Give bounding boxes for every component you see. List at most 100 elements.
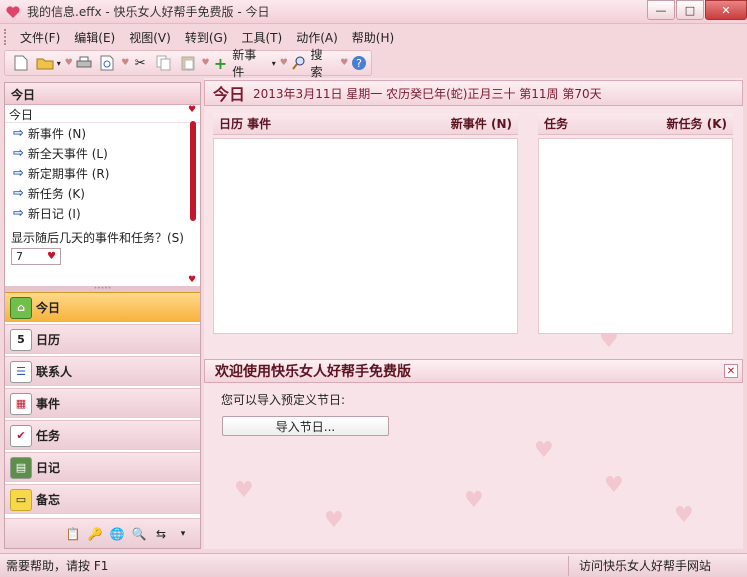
link-new-diary[interactable]: ⇨ 新日记 (I)	[5, 203, 200, 223]
clipboard-icon[interactable]: 📋	[64, 525, 82, 543]
nav-events[interactable]: ▦ 事件	[5, 388, 200, 418]
minimize-button[interactable]: —	[647, 0, 675, 20]
nav-label: 事件	[36, 397, 61, 411]
heart-decoration-icon: ♥	[324, 508, 344, 533]
nav-label: 今日	[36, 301, 61, 315]
nav-calendar[interactable]: 5 日历	[5, 324, 200, 354]
paste-icon[interactable]	[179, 54, 197, 72]
key-icon[interactable]: 🔑	[86, 525, 104, 543]
days-spinner[interactable]: 7 ♥	[11, 248, 61, 265]
toolbar-separator: ♥	[64, 58, 73, 68]
nav-today[interactable]: ⌂ 今日	[5, 292, 200, 322]
menu-file[interactable]: 文件(F)	[13, 27, 67, 48]
menu-bar: 文件(F) 编辑(E) 视图(V) 转到(G) 工具(T) 动作(A) 帮助(H…	[0, 26, 747, 48]
today-title: 今日	[213, 85, 246, 104]
new-event-link[interactable]: 新事件 (N)	[451, 115, 512, 132]
scroll-down-icon[interactable]: ♥	[188, 275, 196, 285]
arrow-right-icon: ⇨	[13, 125, 24, 141]
nav-notes[interactable]: ▭ 备忘	[5, 484, 200, 514]
arrow-right-icon: ⇨	[13, 165, 24, 181]
scrollbar[interactable]: ♥ ♥	[188, 105, 197, 285]
nav-label: 日记	[36, 461, 61, 475]
maximize-button[interactable]: □	[676, 0, 704, 20]
window-title: 我的信息.effx - 快乐女人好帮手免费版 - 今日	[27, 5, 270, 19]
link-label: 新日记 (I)	[27, 206, 81, 221]
new-task-link[interactable]: 新任务 (K)	[667, 115, 727, 132]
help-icon[interactable]: ?	[350, 54, 368, 72]
nav-contacts[interactable]: ☰ 联系人	[5, 356, 200, 386]
open-dropdown-icon[interactable]: ▾	[57, 59, 61, 68]
toolbar-separator: ♥	[340, 58, 349, 68]
arrow-right-icon: ⇨	[13, 145, 24, 161]
today-date: 2013年3月11日 星期一 农历癸巳年(蛇)正月三十 第11周 第70天	[253, 86, 602, 101]
link-new-recurring-event[interactable]: ⇨ 新定期事件 (R)	[5, 163, 200, 183]
calendar-icon: 5	[10, 328, 32, 351]
tasks-icon: ✔	[10, 424, 32, 447]
print-icon[interactable]	[75, 54, 93, 72]
sync-icon[interactable]: ⇆	[152, 525, 170, 543]
status-help-text: 需要帮助，请按 F1	[6, 559, 109, 573]
tasks-header-label: 任务	[544, 117, 569, 131]
toolbar-separator: ♥	[121, 58, 130, 68]
welcome-header: 欢迎使用快乐女人好帮手免费版 ✕	[204, 359, 743, 383]
menu-help[interactable]: 帮助(H)	[345, 27, 401, 48]
link-new-task[interactable]: ⇨ 新任务 (K)	[5, 183, 200, 203]
scroll-thumb[interactable]	[190, 121, 196, 221]
link-label: 新任务 (K)	[27, 186, 85, 201]
events-icon: ▦	[10, 392, 32, 415]
menu-goto[interactable]: 转到(G)	[178, 27, 235, 48]
search-button[interactable]: 搜索	[311, 46, 335, 80]
close-button[interactable]: ✕	[705, 0, 747, 20]
magnifier-icon[interactable]: 🔍	[130, 525, 148, 543]
chevron-down-icon[interactable]: ▾	[174, 525, 192, 543]
link-new-event[interactable]: ⇨ 新事件 (N)	[5, 123, 200, 143]
cut-icon[interactable]: ✂	[131, 54, 149, 72]
import-holidays-button[interactable]: 导入节日...	[222, 416, 389, 436]
close-icon[interactable]: ✕	[724, 364, 738, 378]
print-preview-icon[interactable]	[99, 54, 117, 72]
link-label: 新全天事件 (L)	[27, 146, 108, 161]
heart-decoration-icon: ♥	[604, 473, 624, 498]
scroll-up-icon[interactable]: ♥	[188, 105, 196, 115]
events-list[interactable]	[213, 138, 518, 334]
main-content: ♥ ♥ ♥ ♥ ♥ ♥ ♥ 今日 2013年3月11日 星期一 农历癸巳年(蛇)…	[204, 78, 743, 549]
new-file-icon[interactable]	[12, 54, 30, 72]
globe-icon[interactable]: 🌐	[108, 525, 126, 543]
nav-shortcuts: 📋 🔑 🌐 🔍 ⇆ ▾	[5, 518, 200, 548]
link-new-all-day-event[interactable]: ⇨ 新全天事件 (L)	[5, 143, 200, 163]
website-link[interactable]: 访问快乐女人好帮手网站	[567, 555, 741, 576]
svg-text:?: ?	[356, 57, 362, 70]
open-folder-icon[interactable]	[36, 54, 54, 72]
heart-decoration-icon: ♥	[534, 438, 554, 463]
link-label: 新定期事件 (R)	[27, 166, 110, 181]
heart-decoration-icon: ♥	[464, 488, 484, 513]
menu-grip[interactable]	[4, 29, 7, 45]
tasks-list[interactable]	[538, 138, 733, 334]
nav-label: 备忘	[36, 493, 61, 507]
new-event-dropdown-icon[interactable]: ▾	[272, 59, 276, 68]
new-event-button[interactable]: 新事件	[232, 46, 268, 80]
welcome-title: 欢迎使用快乐女人好帮手免费版	[215, 364, 411, 380]
app-icon	[6, 5, 20, 18]
nav-tasks[interactable]: ✔ 任务	[5, 420, 200, 450]
menu-tools[interactable]: 工具(T)	[234, 27, 289, 48]
welcome-text: 您可以导入预定义节日:	[221, 393, 346, 407]
today-header: 今日 2013年3月11日 星期一 农历癸巳年(蛇)正月三十 第11周 第70天	[204, 80, 743, 106]
heart-dropdown-icon[interactable]: ♥	[47, 251, 56, 262]
heart-decoration-icon: ♥	[674, 503, 694, 528]
nav-label: 任务	[36, 429, 61, 443]
copy-icon[interactable]	[155, 54, 173, 72]
days-question-label: 显示随后几天的事件和任务？(S)	[11, 231, 184, 245]
menu-actions[interactable]: 动作(A)	[289, 27, 345, 48]
status-bar: 需要帮助，请按 F1 访问快乐女人好帮手网站	[0, 553, 747, 577]
notes-icon: ▭	[10, 488, 32, 511]
plus-icon[interactable]: +	[212, 54, 230, 73]
search-icon[interactable]	[290, 54, 308, 72]
menu-view[interactable]: 视图(V)	[122, 27, 178, 48]
toolbar-separator: ♥	[201, 58, 210, 68]
nav-diary[interactable]: ▤ 日记	[5, 452, 200, 482]
title-bar: 我的信息.effx - 快乐女人好帮手免费版 - 今日 — □ ✕	[0, 0, 747, 24]
today-panel-label: 今日	[5, 105, 200, 123]
contacts-icon: ☰	[10, 360, 32, 383]
menu-edit[interactable]: 编辑(E)	[67, 27, 122, 48]
